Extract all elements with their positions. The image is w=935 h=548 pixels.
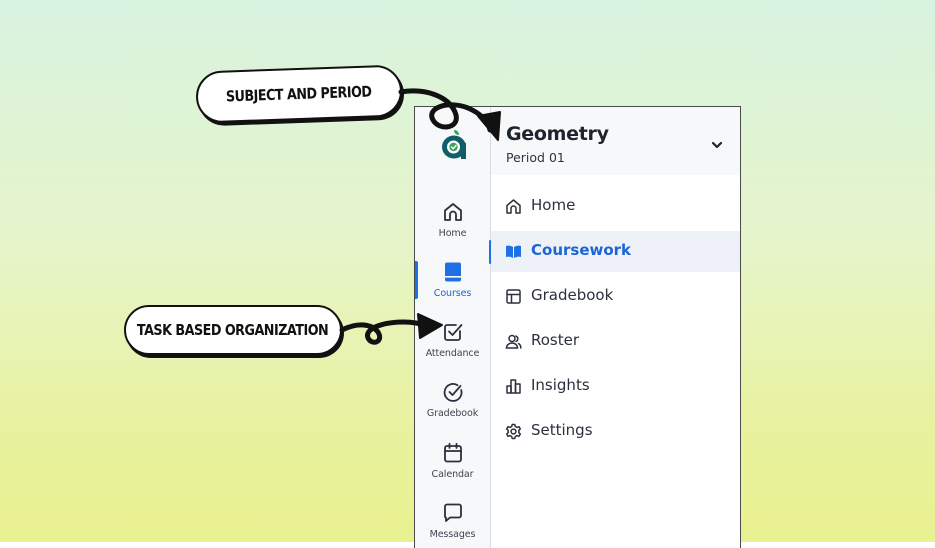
rail-item-attendance[interactable]: Attendance [415,321,490,381]
logo-icon [442,130,466,159]
table-icon [506,289,521,304]
callout-subject-and-period: SUBJECT AND PERIOD [195,64,403,124]
rail-label: Courses [433,288,472,299]
rail-item-courses[interactable]: Courses [415,261,490,321]
home-icon [506,199,521,214]
app-window: Home Courses Attendance Gradebook Calend… [414,106,741,548]
menu-item-home[interactable]: Home [491,186,740,227]
rail-label: Home [438,228,467,239]
checkbox-icon [444,324,463,341]
menu-item-roster[interactable]: Roster [491,321,740,362]
menu-item-settings[interactable]: Settings [491,411,740,452]
rail-label: Calendar [431,469,474,480]
rail-item-home[interactable]: Home [415,201,490,261]
calendar-icon [444,442,462,463]
rail-item-calendar[interactable]: Calendar [415,442,490,502]
rail-label: Messages [429,529,476,540]
menu-label: Settings [531,421,593,439]
rail-item-messages[interactable]: Messages [415,502,490,548]
course-switcher[interactable]: Geometry Period 01 [491,107,740,175]
open-book-icon [506,245,521,258]
callout-task-based-organization: TASK BASED ORGANIZATION [124,305,342,355]
rail-item-gradebook[interactable]: Gradebook [415,381,490,441]
icon-rail: Home Courses Attendance Gradebook Calend… [415,107,491,548]
menu-item-coursework[interactable]: Coursework [491,231,740,272]
menu-label: Coursework [531,241,632,259]
rail-label: Gradebook [426,408,479,419]
course-title: Geometry [506,123,609,145]
rail-label: Attendance [425,348,480,359]
gear-icon [505,423,522,440]
menu-label: Insights [531,376,590,394]
chevron-down-icon[interactable] [710,140,724,150]
bar-chart-icon [506,379,521,394]
menu-item-gradebook[interactable]: Gradebook [491,276,740,317]
callout-text: TASK BASED ORGANIZATION [137,321,329,339]
callout-text: SUBJECT AND PERIOD [225,82,373,106]
check-circle-icon [443,383,463,402]
menu-label: Gradebook [531,286,614,304]
menu-label: Roster [531,331,580,349]
home-icon [444,203,462,221]
message-icon [444,503,462,522]
menu-label: Home [531,196,576,214]
book-icon [445,262,461,282]
people-icon [505,334,522,349]
menu-item-insights[interactable]: Insights [491,366,740,407]
course-period: Period 01 [506,150,565,165]
